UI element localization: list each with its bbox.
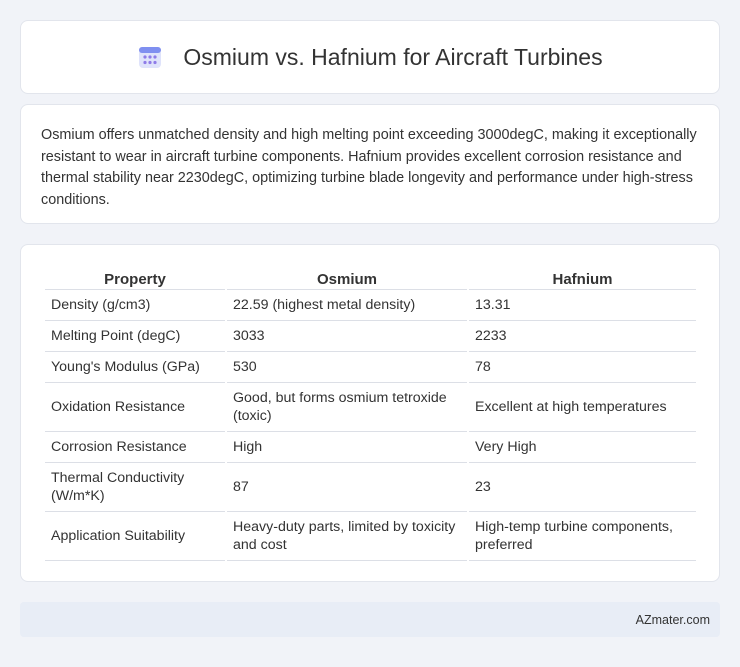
table-cell: Melting Point (degC)	[45, 321, 225, 352]
table-row: Application Suitability Heavy-duty parts…	[45, 512, 696, 561]
table-cell: Excellent at high temperatures	[469, 383, 696, 432]
table-row: Young's Modulus (GPa) 530 78	[45, 352, 696, 383]
table-cell: 2233	[469, 321, 696, 352]
table-row: Density (g/cm3) 22.59 (highest metal den…	[45, 290, 696, 321]
table-cell: Good, but forms osmium tetroxide (toxic)	[227, 383, 467, 432]
comparison-table: Property Osmium Hafnium Density (g/cm3) …	[43, 265, 698, 561]
calendar-grid-icon	[137, 44, 163, 70]
description-text: Osmium offers unmatched density and high…	[41, 127, 697, 208]
table-row: Melting Point (degC) 3033 2233	[45, 321, 696, 352]
table-header-row: Property Osmium Hafnium	[45, 265, 696, 290]
table-cell: Young's Modulus (GPa)	[45, 352, 225, 383]
table-cell: Thermal Conductivity (W/m*K)	[45, 463, 225, 512]
footer-bar: AZmater.com	[20, 602, 720, 637]
header-osmium: Osmium	[227, 265, 467, 290]
footer-brand: AZmater.com	[635, 612, 710, 627]
table-row: Thermal Conductivity (W/m*K) 87 23	[45, 463, 696, 512]
description-card: Osmium offers unmatched density and high…	[20, 104, 720, 224]
table-cell: Oxidation Resistance	[45, 383, 225, 432]
title-card: Osmium vs. Hafnium for Aircraft Turbines	[20, 20, 720, 94]
page-title: Osmium vs. Hafnium for Aircraft Turbines	[183, 43, 603, 70]
header-hafnium: Hafnium	[469, 265, 696, 290]
table-cell: 78	[469, 352, 696, 383]
table-cell: 22.59 (highest metal density)	[227, 290, 467, 321]
table-cell: 3033	[227, 321, 467, 352]
table-cell: High	[227, 432, 467, 463]
table-cell: Application Suitability	[45, 512, 225, 561]
table-cell: 530	[227, 352, 467, 383]
table-cell: Very High	[469, 432, 696, 463]
table-row: Oxidation Resistance Good, but forms osm…	[45, 383, 696, 432]
table-cell: Corrosion Resistance	[45, 432, 225, 463]
table-cell: 23	[469, 463, 696, 512]
table-cell: High-temp turbine components, preferred	[469, 512, 696, 561]
table-cell: Heavy-duty parts, limited by toxicity an…	[227, 512, 467, 561]
table-cell: 13.31	[469, 290, 696, 321]
table-row: Corrosion Resistance High Very High	[45, 432, 696, 463]
header-property: Property	[45, 265, 225, 290]
table-cell: 87	[227, 463, 467, 512]
comparison-table-card: Property Osmium Hafnium Density (g/cm3) …	[20, 244, 720, 582]
table-cell: Density (g/cm3)	[45, 290, 225, 321]
